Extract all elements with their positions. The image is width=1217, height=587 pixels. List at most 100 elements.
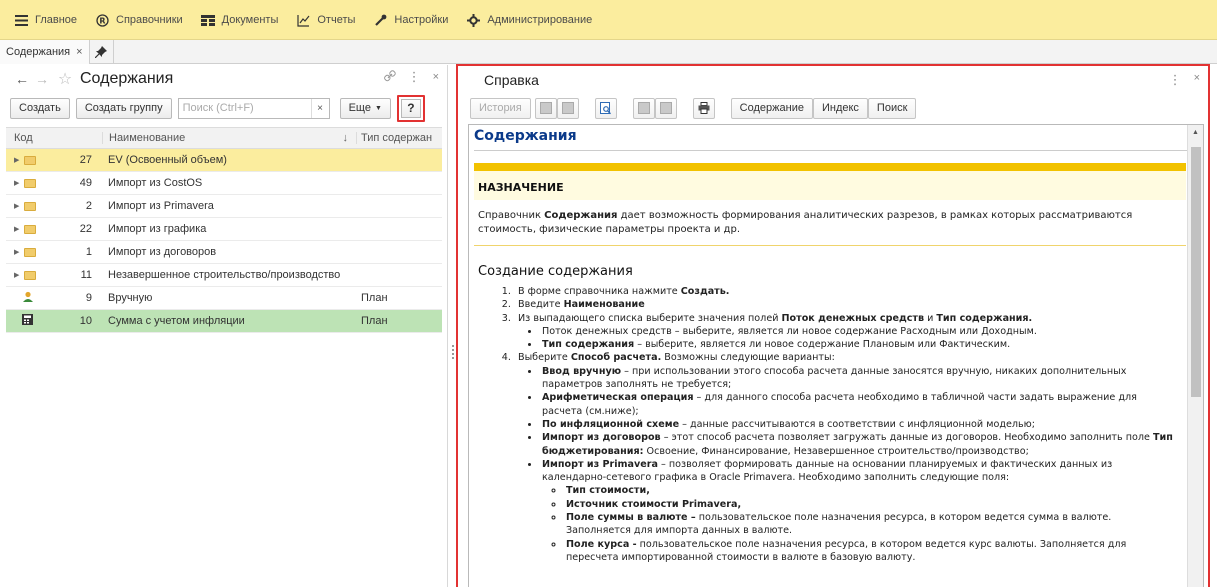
calculator-icon bbox=[22, 314, 33, 328]
contents-button[interactable]: Содержание bbox=[730, 97, 813, 119]
list-item: Поток денежных средств – выберите, являе… bbox=[540, 325, 1174, 338]
table-row[interactable]: ▶ 2 Импорт из Primavera bbox=[6, 195, 442, 218]
folder-icon bbox=[24, 201, 36, 211]
folder-icon bbox=[24, 270, 36, 280]
more-vert-icon[interactable]: ⋮ bbox=[1169, 72, 1182, 88]
table-row[interactable]: ▶ 49 Импорт из CostOS bbox=[6, 172, 442, 195]
collapse-icon[interactable] bbox=[632, 97, 655, 119]
scroll-thumb[interactable] bbox=[1191, 147, 1201, 397]
table-row[interactable]: 9 Вручную План bbox=[6, 287, 442, 310]
create-heading: Создание содержания bbox=[478, 264, 633, 279]
row-name: EV (Освоенный объем) bbox=[108, 154, 227, 166]
row-code: 49 bbox=[79, 177, 92, 189]
clear-search-button[interactable]: × bbox=[310, 98, 329, 118]
more-button[interactable]: Еще ▼ bbox=[339, 97, 391, 119]
folder-icon bbox=[24, 155, 36, 165]
find-in-page-icon[interactable] bbox=[594, 97, 617, 119]
row-name: Вручную bbox=[108, 292, 153, 304]
close-tab-icon[interactable]: × bbox=[76, 46, 82, 58]
prev-page-icon[interactable] bbox=[534, 97, 557, 119]
favorite-star-icon[interactable]: ☆ bbox=[56, 70, 74, 88]
list-item: Поле суммы в валюте – пользовательское п… bbox=[564, 511, 1174, 538]
help-document[interactable]: Содержания НАЗНАЧЕНИЕ Справочник Содержа… bbox=[468, 124, 1204, 587]
page-title: Содержания bbox=[80, 70, 174, 87]
row-name: Импорт из графика bbox=[108, 223, 207, 235]
menu-item-label: Главное bbox=[35, 14, 78, 26]
link-icon[interactable] bbox=[383, 69, 396, 85]
more-vert-icon[interactable]: ⋮ bbox=[408, 69, 421, 85]
expand-icon[interactable] bbox=[654, 97, 677, 119]
table-row[interactable]: ▶ 27 EV (Освоенный объем) bbox=[6, 149, 442, 172]
forward-arrow-icon[interactable]: → bbox=[32, 70, 52, 88]
row-name: Незавершенное строительство/производство bbox=[108, 269, 341, 281]
expand-arrow-icon[interactable]: ▶ bbox=[14, 248, 22, 256]
list-item: Выберите Способ расчета. Возможны следую… bbox=[514, 351, 1174, 564]
list-item: Поле курса - пользовательское поле назна… bbox=[564, 538, 1174, 565]
doc-title: Содержания bbox=[474, 128, 577, 144]
table-row[interactable]: ▶ 1 Импорт из договоров bbox=[6, 241, 442, 264]
column-code[interactable]: Код bbox=[6, 132, 102, 144]
help-title: Справка bbox=[484, 72, 539, 88]
list-item: Источник стоимости Primavera, bbox=[564, 498, 1174, 511]
history-button[interactable]: История bbox=[470, 97, 531, 119]
search-button[interactable]: Поиск bbox=[867, 97, 917, 119]
row-code: 9 bbox=[85, 292, 92, 304]
create-button[interactable]: Создать bbox=[10, 97, 70, 119]
dropdown-arrow-icon: ▼ bbox=[374, 104, 382, 112]
index-button[interactable]: Индекс bbox=[812, 97, 868, 119]
help-button[interactable]: ? bbox=[400, 98, 421, 118]
list-item: Арифметическая операция – для данного сп… bbox=[540, 391, 1174, 418]
pin-icon[interactable] bbox=[90, 39, 114, 64]
menu-item-administration[interactable]: Администрирование bbox=[460, 0, 604, 40]
print-icon[interactable] bbox=[692, 97, 715, 119]
row-name: Импорт из Primavera bbox=[108, 200, 214, 212]
menu-item-label: Отчеты bbox=[317, 14, 356, 26]
column-type[interactable]: Тип содержан bbox=[356, 132, 442, 144]
create-steps-list: В форме справочника нажмите Создать. Вве… bbox=[474, 285, 1174, 564]
column-name[interactable]: Наименование ↓ bbox=[102, 132, 356, 144]
expand-arrow-icon[interactable]: ▶ bbox=[14, 156, 22, 164]
menu-item-catalogs[interactable]: R Справочники bbox=[89, 0, 195, 40]
gear-icon bbox=[466, 13, 480, 27]
close-icon[interactable]: × bbox=[433, 71, 439, 83]
back-arrow-icon[interactable]: ← bbox=[12, 70, 32, 88]
help-panel: Справка ⋮ × История Содержание Индекс По… bbox=[456, 64, 1210, 587]
doc-scrollbar[interactable]: ▲ bbox=[1187, 125, 1203, 587]
sort-down-icon: ↓ bbox=[342, 132, 349, 144]
tab-label: Содержания bbox=[6, 45, 71, 58]
more-label: Еще bbox=[348, 102, 371, 114]
expand-arrow-icon[interactable]: ▶ bbox=[14, 202, 22, 210]
row-name: Сумма с учетом инфляции bbox=[108, 315, 245, 327]
menu-item-documents[interactable]: Документы bbox=[195, 0, 291, 40]
list-item: Из выпадающего списка выберите значения … bbox=[514, 312, 1174, 352]
row-name: Импорт из договоров bbox=[108, 246, 217, 258]
cell-code: ▶ 1 bbox=[6, 246, 102, 258]
cell-code: ▶ 2 bbox=[6, 200, 102, 212]
cell-code: ▶ 49 bbox=[6, 177, 102, 189]
next-page-icon[interactable] bbox=[556, 97, 579, 119]
table-row[interactable]: 10 Сумма с учетом инфляции План bbox=[6, 310, 442, 333]
expand-arrow-icon[interactable]: ▶ bbox=[14, 179, 22, 187]
purpose-heading: НАЗНАЧЕНИЕ bbox=[478, 181, 564, 194]
table-row[interactable]: ▶ 22 Импорт из графика bbox=[6, 218, 442, 241]
panel-splitter[interactable] bbox=[452, 345, 455, 361]
expand-arrow-icon[interactable]: ▶ bbox=[14, 271, 22, 279]
close-icon[interactable]: × bbox=[1194, 72, 1200, 88]
list-item: Импорт из Primavera – позволяет формиров… bbox=[540, 458, 1174, 564]
menu-item-reports[interactable]: Отчеты bbox=[290, 0, 367, 40]
search-input[interactable]: Поиск (Ctrl+F) × bbox=[177, 97, 330, 119]
cell-code: 10 bbox=[6, 314, 102, 328]
list-item: Тип стоимости, bbox=[564, 484, 1174, 497]
menu-item-main[interactable]: Главное bbox=[8, 0, 89, 40]
expand-arrow-icon[interactable]: ▶ bbox=[14, 225, 22, 233]
create-group-button[interactable]: Создать группу bbox=[75, 97, 172, 119]
table-row[interactable]: ▶ 11 Незавершенное строительство/производс… bbox=[6, 264, 442, 287]
list-item: Ввод вручную – при использовании этого с… bbox=[540, 365, 1174, 392]
menu-item-settings[interactable]: Настройки bbox=[367, 0, 460, 40]
scroll-up-icon[interactable]: ▲ bbox=[1188, 125, 1203, 139]
doc-accent-band bbox=[474, 163, 1186, 171]
tab-contents[interactable]: Содержания × bbox=[0, 39, 90, 64]
cell-code: ▶ 27 bbox=[6, 154, 102, 166]
user-icon bbox=[22, 291, 34, 306]
row-code: 10 bbox=[79, 315, 92, 327]
